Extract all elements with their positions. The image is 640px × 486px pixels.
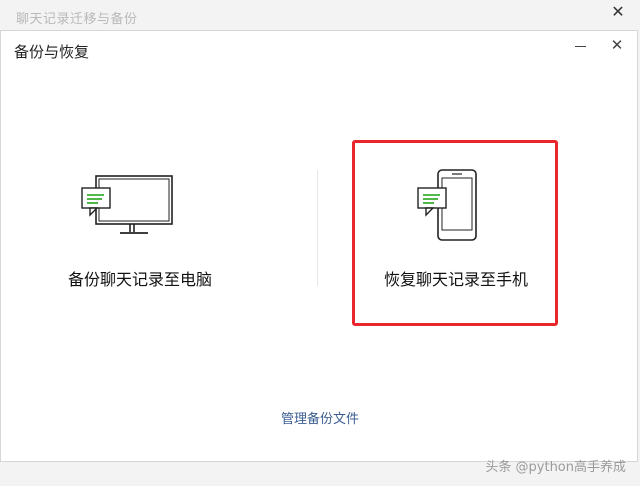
watermark: 头条 @python高手养成	[485, 460, 626, 475]
outer-close-button[interactable]: ✕	[608, 2, 628, 22]
manage-backup-files-link[interactable]: 管理备份文件	[0, 408, 640, 427]
highlight-annotation-box	[352, 140, 558, 326]
outer-window-title: 聊天记录迁移与备份	[16, 12, 138, 27]
outer-window: 聊天记录迁移与备份 ✕ 备份与恢复 ✕ 备份聊天记录至电脑 恢复聊天记录至手机 …	[0, 0, 640, 486]
dialog-title: 备份与恢复	[14, 43, 90, 61]
minimize-button[interactable]	[571, 37, 591, 57]
chat-bubble-icon	[81, 187, 111, 217]
options-divider	[317, 170, 318, 286]
backup-to-pc-label: 备份聊天记录至电脑	[67, 270, 212, 289]
dialog-close-button[interactable]: ✕	[607, 35, 627, 55]
backup-to-pc-option[interactable]: 备份聊天记录至电脑	[20, 120, 260, 300]
